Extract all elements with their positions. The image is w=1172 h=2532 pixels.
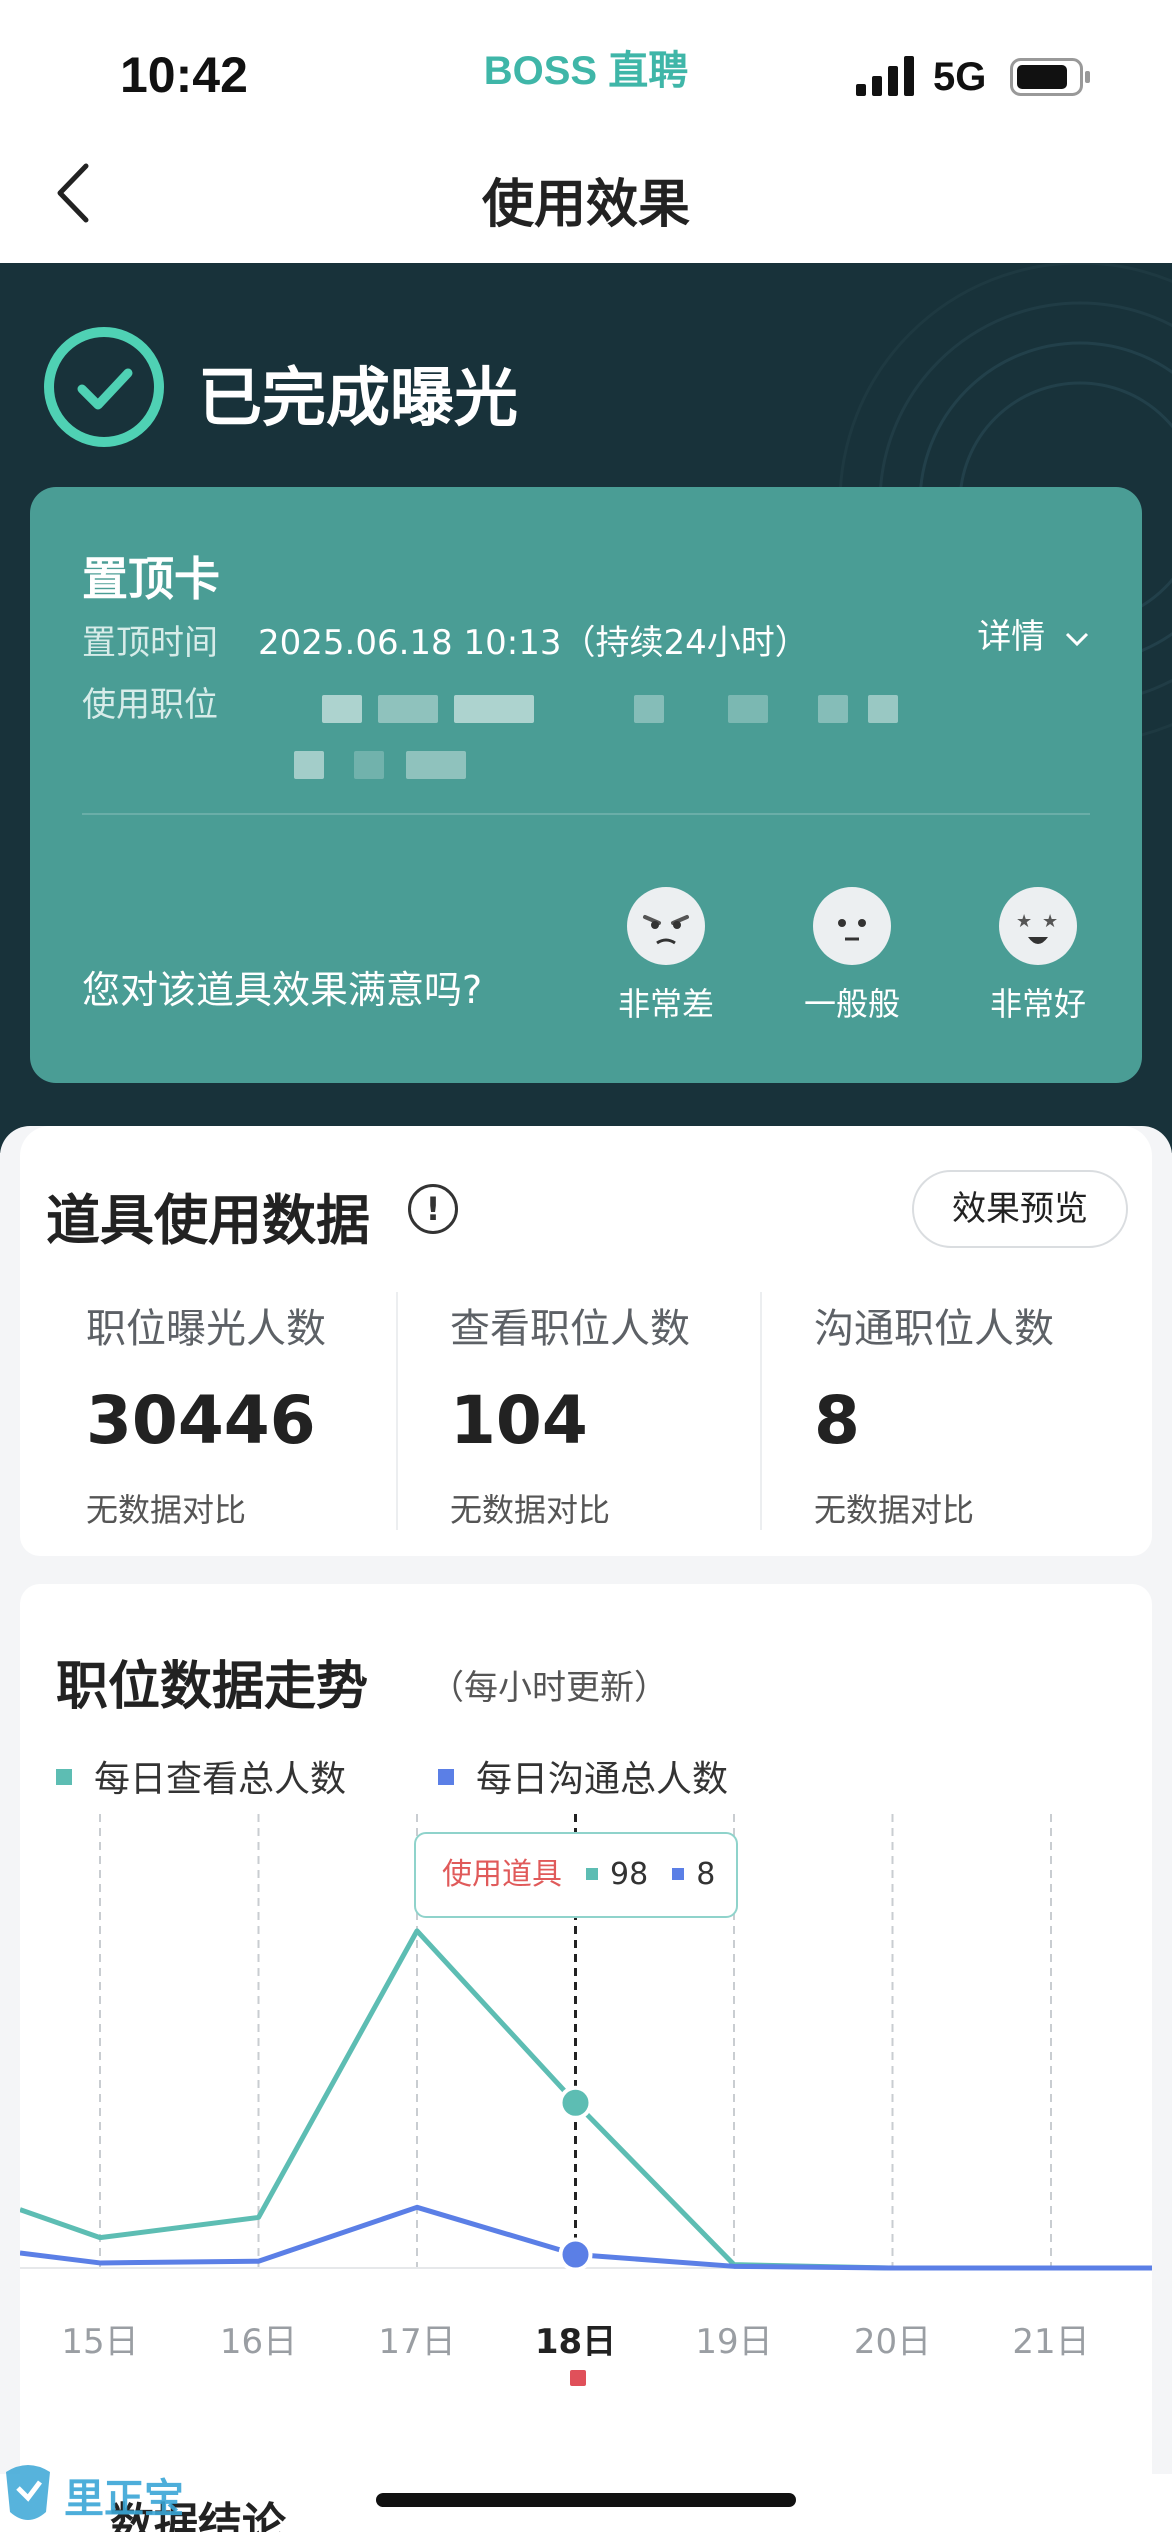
stat-label: 职位曝光人数 xyxy=(86,1306,326,1352)
svg-text:★: ★ xyxy=(1016,911,1032,932)
svg-text:★: ★ xyxy=(1042,911,1058,932)
stat-value: 30446 xyxy=(86,1382,316,1459)
usage-stats-card: 道具使用数据 ! 效果预览 职位曝光人数 30446 无数据对比 查看职位人数 … xyxy=(20,1126,1152,1556)
x-tick-label[interactable]: 21日 xyxy=(991,2314,1111,2363)
x-tick-label[interactable]: 16日 xyxy=(199,2314,319,2363)
time-value: 2025.06.18 10:13（持续24小时） xyxy=(258,623,809,663)
tooltip-swatch xyxy=(672,1868,685,1880)
tooltip-view-value: 98 xyxy=(610,1857,649,1892)
rating-label: 一般般 xyxy=(803,985,900,1023)
active-day-marker xyxy=(570,2370,586,2386)
network-label: 5G xyxy=(933,55,987,99)
stat-exposure: 职位曝光人数 30446 无数据对比 xyxy=(86,1296,416,1531)
chevron-down-icon xyxy=(1065,632,1089,647)
x-tick-label[interactable]: 19日 xyxy=(674,2314,794,2363)
trend-card: 职位数据走势 （每小时更新） 每日查看总人数 每日沟通总人数 使用道具 98 8 1… xyxy=(20,1584,1152,2532)
info-icon[interactable]: ! xyxy=(408,1184,458,1234)
star-eyes-face-icon: ★ ★ xyxy=(999,887,1077,965)
legend-label: 每日沟通总人数 xyxy=(476,1759,729,1800)
header: 10:42 BOSS 直聘 5G 使用效果 xyxy=(0,0,1172,263)
legend-label: 每日查看总人数 xyxy=(94,1759,347,1800)
home-indicator xyxy=(376,2493,796,2507)
stats-title: 道具使用数据 xyxy=(46,1189,370,1252)
position-value-redacted xyxy=(258,687,1018,797)
x-tick-label[interactable]: 20日 xyxy=(833,2314,953,2363)
angry-face-icon xyxy=(627,887,705,965)
position-label: 使用职位 xyxy=(82,685,218,725)
tooltip-chat-value: 8 xyxy=(696,1857,716,1892)
stat-divider xyxy=(396,1292,398,1530)
legend-swatch xyxy=(438,1769,454,1785)
trend-title: 职位数据走势 xyxy=(56,1657,369,1717)
x-tick-label[interactable]: 18日 xyxy=(516,2314,636,2363)
detail-label: 详情 xyxy=(977,617,1046,657)
neutral-face-icon xyxy=(813,887,891,965)
card-divider xyxy=(82,813,1090,815)
stat-label: 查看职位人数 xyxy=(450,1306,690,1352)
exposure-status: 已完成曝光 xyxy=(198,362,518,436)
tooltip-swatch xyxy=(586,1868,598,1880)
satisfaction-question: 您对该道具效果满意吗? xyxy=(82,968,483,1012)
effect-preview-button[interactable]: 效果预览 xyxy=(912,1170,1128,1248)
exposure-hero: 已完成曝光 置顶卡 置顶时间 2025.06.18 10:13（持续24小时） … xyxy=(0,263,1172,1153)
stat-note: 无数据对比 xyxy=(86,1491,247,1529)
stat-note: 无数据对比 xyxy=(450,1491,611,1529)
trend-subtitle: （每小时更新） xyxy=(430,1668,668,1708)
rating-very-bad[interactable]: 非常差 xyxy=(606,887,726,1025)
legend-views: 每日查看总人数 xyxy=(56,1750,346,1802)
stat-divider xyxy=(760,1292,762,1530)
stat-note: 无数据对比 xyxy=(814,1491,975,1529)
stat-views: 查看职位人数 104 无数据对比 xyxy=(450,1296,780,1531)
active-point-0[interactable] xyxy=(558,2085,593,2120)
chart-tooltip: 使用道具 98 8 xyxy=(414,1832,738,1918)
signal-icon xyxy=(856,56,914,96)
rating-label: 非常差 xyxy=(617,985,714,1023)
tooltip-label: 使用道具 xyxy=(442,1857,562,1892)
active-point-1[interactable] xyxy=(558,2237,593,2272)
x-tick-label[interactable]: 17日 xyxy=(357,2314,477,2363)
stat-label: 沟通职位人数 xyxy=(814,1306,1054,1352)
card-title: 置顶卡 xyxy=(82,552,220,606)
rating-very-good[interactable]: ★ ★ 非常好 xyxy=(978,887,1098,1025)
page-title: 使用效果 xyxy=(481,175,690,235)
stat-value: 8 xyxy=(814,1382,860,1459)
time-label: 置顶时间 xyxy=(82,623,218,663)
stat-chats: 沟通职位人数 8 无数据对比 xyxy=(814,1296,1144,1531)
app-brand: BOSS 直聘 xyxy=(483,49,689,93)
x-tick-label[interactable]: 15日 xyxy=(40,2314,160,2363)
check-circle-icon xyxy=(44,327,164,447)
watermark-text: 里正宝 xyxy=(64,2476,184,2522)
detail-toggle[interactable]: 详情 xyxy=(977,609,1090,658)
rating-label: 非常好 xyxy=(989,985,1086,1023)
top-card-info: 置顶卡 置顶时间 2025.06.18 10:13（持续24小时） 详情 使用职… xyxy=(30,487,1142,1083)
stat-value: 104 xyxy=(450,1382,588,1459)
rating-neutral[interactable]: 一般般 xyxy=(792,887,912,1025)
legend-chats: 每日沟通总人数 xyxy=(438,1750,728,1802)
legend-swatch xyxy=(56,1769,72,1785)
battery-icon xyxy=(1010,58,1090,96)
